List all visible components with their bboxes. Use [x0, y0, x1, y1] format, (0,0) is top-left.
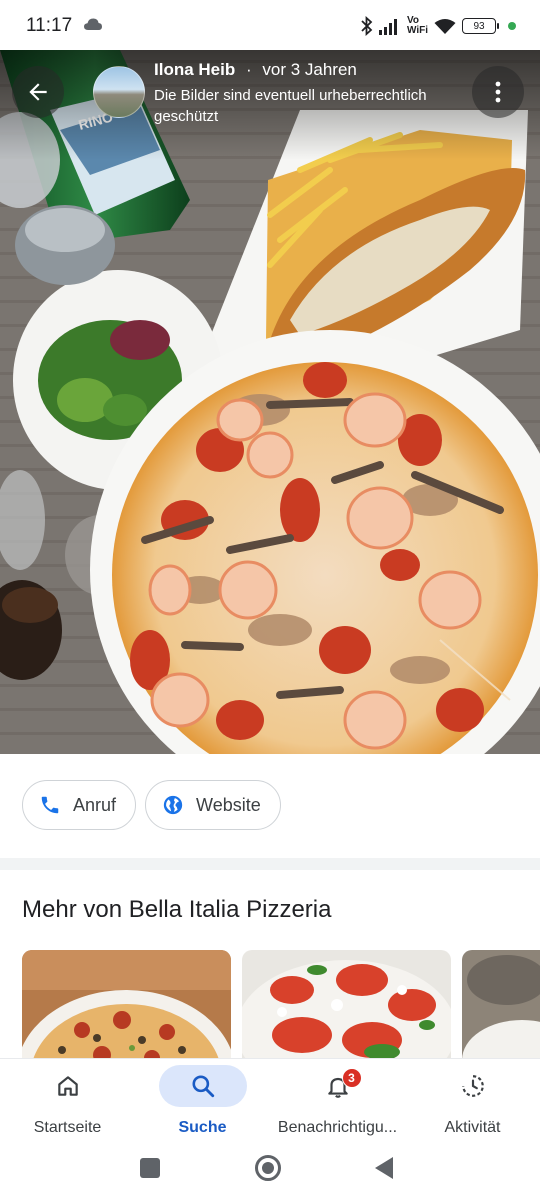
website-button[interactable]: Website	[145, 780, 281, 830]
activity-icon	[461, 1075, 484, 1097]
photo-age: vor 3 Jahren	[262, 60, 357, 79]
signal-icon	[378, 19, 397, 35]
battery-level: 93	[473, 20, 485, 32]
more-options-button[interactable]	[472, 66, 524, 118]
author-avatar[interactable]	[93, 66, 145, 118]
nav-activity-icon-wrap	[429, 1065, 517, 1107]
globe-icon	[163, 795, 183, 815]
bruschetta-thumbnail-image	[242, 950, 451, 1070]
nav-search[interactable]: Suche	[135, 1059, 270, 1145]
section-title: Mehr von Bella Italia Pizzeria	[22, 896, 332, 923]
photo-thumbnail[interactable]	[22, 950, 231, 1070]
photo-thumbnail[interactable]	[242, 950, 451, 1070]
photo-viewer[interactable]: RINO	[0, 50, 540, 754]
wifi-icon	[434, 18, 456, 34]
photo-thumbnail[interactable]	[462, 950, 540, 1070]
notification-badge: 3	[341, 1068, 362, 1088]
back-button[interactable]	[12, 66, 64, 118]
action-chips: Anruf Website	[22, 780, 281, 830]
system-back-button[interactable]	[375, 1157, 393, 1179]
nav-search-label: Suche	[178, 1119, 227, 1136]
author-line: Ilona Heib · vor 3 Jahren	[154, 60, 357, 80]
search-icon	[191, 1075, 214, 1098]
privacy-dot-icon	[508, 22, 516, 30]
phone-icon	[41, 796, 59, 814]
call-button[interactable]: Anruf	[22, 780, 137, 830]
status-icons: Vo WiFi 93	[361, 14, 516, 38]
nav-home[interactable]: Startseite	[0, 1059, 135, 1145]
back-arrow-icon	[29, 83, 47, 101]
nav-home-icon-wrap	[24, 1065, 112, 1107]
nav-activity[interactable]: Aktivität	[405, 1059, 540, 1145]
nav-search-icon-wrap	[158, 1065, 247, 1107]
nav-notifications[interactable]: 3 Benachrichtigu...	[270, 1059, 405, 1145]
bluetooth-icon	[361, 16, 373, 36]
photo-carousel	[22, 950, 540, 1070]
pizza-thumbnail-image	[22, 950, 231, 1070]
nav-notifications-label: Benachrichtigu...	[277, 1119, 398, 1136]
recents-button[interactable]	[140, 1158, 160, 1178]
vowifi-bottom: WiFi	[406, 25, 428, 36]
author-name[interactable]: Ilona Heib	[154, 60, 235, 79]
section-divider	[0, 858, 540, 870]
dish-thumbnail-image	[462, 950, 540, 1070]
call-button-label: Anruf	[73, 794, 117, 815]
nav-home-label: Startseite	[33, 1119, 102, 1136]
screen: 11:17 Vo WiFi 93 Ilona Heib · vor 3 Jahr…	[0, 0, 540, 1200]
status-time: 11:17	[26, 15, 73, 36]
more-vert-icon	[495, 81, 501, 103]
cloud-icon	[84, 18, 102, 30]
vowifi-indicator: Vo WiFi	[407, 16, 428, 36]
system-navigation-bar	[0, 1144, 540, 1200]
author-separator: ·	[245, 60, 252, 79]
nav-notifications-icon-wrap: 3	[294, 1065, 382, 1107]
battery-icon: 93	[462, 18, 499, 34]
copyright-notice: Die Bilder sind eventuell urheberrechtli…	[154, 87, 427, 125]
website-button-label: Website	[196, 794, 261, 815]
bottom-navigation: Startseite Suche 3 Benachrichtigu... Akt…	[0, 1058, 540, 1144]
nav-activity-label: Aktivität	[444, 1119, 501, 1136]
status-bar: 11:17 Vo WiFi 93	[0, 0, 540, 50]
home-button[interactable]	[255, 1155, 281, 1181]
home-icon	[57, 1076, 78, 1096]
